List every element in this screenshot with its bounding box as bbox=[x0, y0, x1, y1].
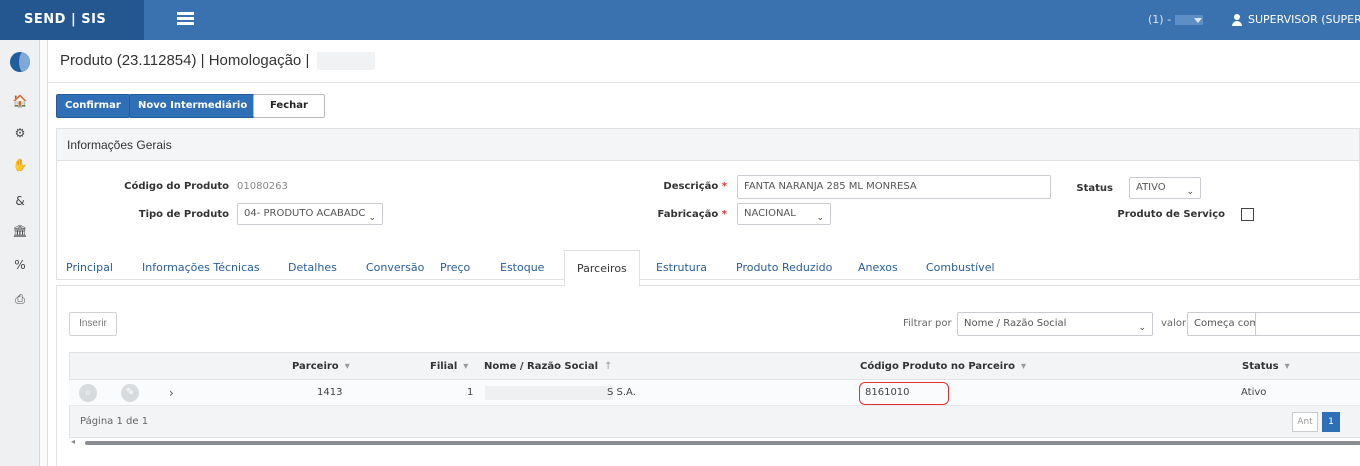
app-logo-icon[interactable] bbox=[10, 52, 30, 72]
brand-logo[interactable]: SEND | SIS bbox=[0, 0, 144, 40]
user-name: SUPERVISOR (SUPERV bbox=[1248, 13, 1360, 26]
product-type-label: Tipo de Produto bbox=[138, 209, 229, 220]
tab-price[interactable]: Preço bbox=[440, 250, 470, 286]
sort-icon: ▾ bbox=[1284, 361, 1290, 372]
filter-mode-value: Começa com bbox=[1194, 318, 1260, 329]
user-icon bbox=[1232, 14, 1242, 26]
tab-partners[interactable]: Parceiros bbox=[564, 250, 640, 287]
sidebar-divider bbox=[40, 40, 48, 466]
bank-icon[interactable]: 🏛 bbox=[0, 224, 40, 238]
percent-icon[interactable]: % bbox=[0, 258, 40, 272]
edit-icon[interactable]: ✎ bbox=[121, 384, 139, 402]
service-product-checkbox[interactable] bbox=[1241, 208, 1254, 221]
sort-icon: ▾ bbox=[463, 361, 469, 372]
close-button[interactable]: Fechar bbox=[253, 94, 325, 118]
company-selector[interactable]: (1) - bbox=[1148, 0, 1220, 40]
tab-stock[interactable]: Estoque bbox=[500, 250, 544, 286]
page-title-text: Produto (23.112854) | Homologação | bbox=[60, 52, 310, 69]
chevron-down-icon: ⌄ bbox=[1186, 187, 1194, 197]
table-row[interactable]: ⌕ ✎ › 1413 1 S S.A. 8161010 Ativo bbox=[69, 380, 1360, 406]
chevron-down-icon: ⌄ bbox=[1138, 323, 1146, 333]
handshake-icon[interactable]: ✋ bbox=[0, 158, 40, 172]
column-branch[interactable]: Filial ▾ bbox=[430, 353, 468, 381]
description-input[interactable]: FANTA NARANJA 285 ML MONRESA bbox=[737, 175, 1051, 199]
sidebar: 🏠 ⚙ ✋ & 🏛 % ⎙ bbox=[0, 40, 48, 466]
product-type-select[interactable]: 04- PRODUTO ACABADC ⌄ bbox=[237, 203, 383, 225]
panel-heading: Informações Gerais bbox=[57, 129, 1359, 161]
scroll-left-icon[interactable]: ◂ bbox=[71, 437, 75, 446]
insert-button[interactable]: Inserir bbox=[69, 312, 117, 336]
service-product-label: Produto de Serviço bbox=[1117, 209, 1225, 220]
grid-footer: Página 1 de 1 Ant 1 bbox=[69, 406, 1360, 438]
scrollbar-thumb[interactable] bbox=[85, 441, 1360, 445]
user-menu[interactable]: SUPERVISOR (SUPERV bbox=[1232, 0, 1360, 40]
product-code-value: 01080263 bbox=[237, 181, 288, 192]
tab-details[interactable]: Detalhes bbox=[288, 250, 337, 286]
divider bbox=[48, 82, 1360, 83]
filter-field-select[interactable]: Nome / Razão Social ⌄ bbox=[957, 312, 1153, 336]
view-icon[interactable]: ⌕ bbox=[79, 384, 97, 402]
status-value: ATIVO bbox=[1136, 182, 1166, 193]
tab-structure[interactable]: Estrutura bbox=[656, 250, 707, 286]
company-selector-label: (1) - bbox=[1148, 13, 1172, 26]
home-icon[interactable]: 🏠 bbox=[0, 94, 40, 108]
partners-tab-panel: Inserir Filtrar por Nome / Razão Social ⌄… bbox=[56, 286, 1360, 466]
hamburger-menu-icon[interactable] bbox=[177, 10, 197, 30]
tab-principal[interactable]: Principal bbox=[66, 250, 113, 286]
highlight-annotation bbox=[859, 382, 949, 405]
grid-header: Parceiro ▾ Filial ▾ Nome / Razão Social ↑ C… bbox=[69, 352, 1360, 380]
confirm-button[interactable]: Confirmar bbox=[56, 94, 130, 118]
cell-name: S S.A. bbox=[607, 387, 636, 398]
pager-text: Página 1 de 1 bbox=[80, 416, 149, 427]
tab-conversion[interactable]: Conversão bbox=[366, 250, 424, 286]
tab-attachments[interactable]: Anexos bbox=[858, 250, 898, 286]
column-partner[interactable]: Parceiro ▾ bbox=[292, 353, 350, 381]
cell-status: Ativo bbox=[1241, 387, 1267, 398]
column-status[interactable]: Status ▾ bbox=[1242, 353, 1290, 381]
column-partner-code[interactable]: Código Produto no Parceiro ▾ bbox=[860, 353, 1026, 381]
tab-fuel[interactable]: Combustível bbox=[926, 250, 995, 286]
top-bar: SEND | SIS (1) - SUPERVISOR (SUPERV bbox=[0, 0, 1360, 40]
column-name[interactable]: Nome / Razão Social ↑ bbox=[484, 353, 612, 381]
manufacture-value: NACIONAL bbox=[744, 208, 796, 219]
cogs-icon[interactable]: ⚙ bbox=[0, 126, 40, 140]
ampersand-icon[interactable]: & bbox=[0, 194, 40, 208]
status-label: Status bbox=[1076, 183, 1113, 194]
new-intermediate-button[interactable]: Novo Intermediário bbox=[129, 94, 257, 118]
sort-icon: ▾ bbox=[1021, 361, 1027, 372]
redacted-text bbox=[317, 52, 376, 71]
main-content: Produto (23.112854) | Homologação | Conf… bbox=[48, 40, 1360, 466]
expand-chevron-icon[interactable]: › bbox=[169, 380, 174, 406]
page-title: Produto (23.112854) | Homologação | bbox=[60, 52, 376, 71]
chevron-down-icon: ⌄ bbox=[368, 213, 376, 223]
product-type-value: 04- PRODUTO ACABADC bbox=[244, 208, 366, 219]
cell-branch: 1 bbox=[467, 387, 474, 398]
description-label: Descrição * bbox=[663, 181, 727, 192]
chevron-down-icon[interactable] bbox=[1194, 18, 1202, 23]
tab-technical-info[interactable]: Informações Técnicas bbox=[142, 250, 260, 286]
horizontal-scrollbar[interactable]: ◂ bbox=[69, 437, 1360, 446]
filter-value-input[interactable] bbox=[1255, 312, 1360, 336]
status-select[interactable]: ATIVO ⌄ bbox=[1129, 177, 1201, 199]
print-icon[interactable]: ⎙ bbox=[0, 292, 40, 307]
filter-by-label: Filtrar por bbox=[903, 318, 952, 329]
cell-partner: 1413 bbox=[317, 387, 343, 398]
tab-bar: Principal Informações Técnicas Detalhes … bbox=[56, 250, 1360, 287]
chevron-down-icon: ⌄ bbox=[816, 213, 824, 223]
value-label: valor bbox=[1161, 318, 1187, 329]
prev-page-button[interactable]: Ant bbox=[1292, 412, 1318, 432]
page-1-button[interactable]: 1 bbox=[1322, 412, 1340, 432]
product-code-label: Código do Produto bbox=[124, 181, 229, 192]
filter-field-value: Nome / Razão Social bbox=[964, 318, 1067, 329]
manufacture-label: Fabricação * bbox=[657, 209, 727, 220]
manufacture-select[interactable]: NACIONAL ⌄ bbox=[737, 203, 831, 225]
sort-ascending-icon: ↑ bbox=[604, 361, 613, 372]
redacted-text bbox=[485, 386, 613, 400]
sort-icon: ▾ bbox=[344, 361, 350, 372]
tab-reduced-product[interactable]: Produto Reduzido bbox=[736, 250, 832, 286]
